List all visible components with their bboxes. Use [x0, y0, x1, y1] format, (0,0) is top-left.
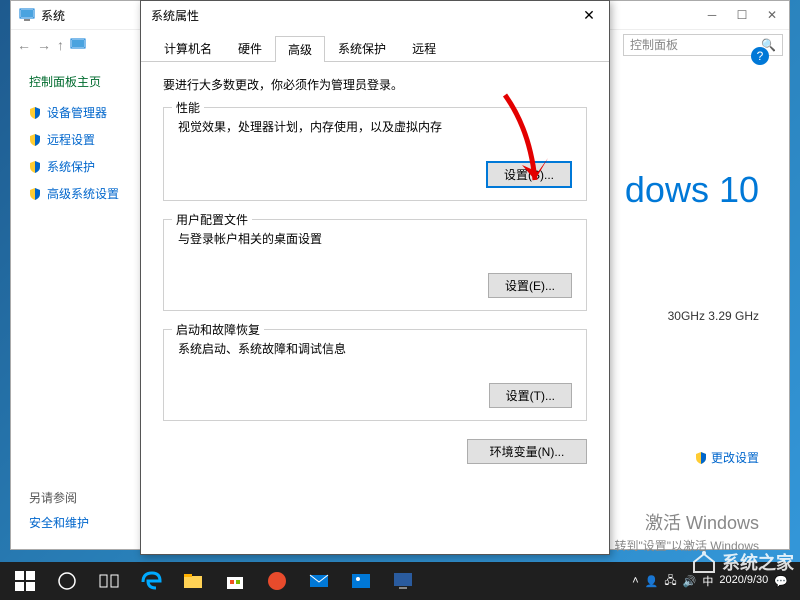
- tab-hardware[interactable]: 硬件: [225, 35, 275, 61]
- people-icon[interactable]: 👤: [645, 575, 659, 588]
- clock[interactable]: 2020/9/30: [719, 574, 768, 587]
- shield-icon: [29, 188, 41, 200]
- shield-icon: [29, 134, 41, 146]
- explorer-icon[interactable]: [172, 562, 214, 600]
- store-icon[interactable]: [214, 562, 256, 600]
- admin-notice: 要进行大多数更改，你必须作为管理员登录。: [163, 76, 587, 93]
- windows10-logo: dows 10: [625, 169, 759, 211]
- user-profile-group: 用户配置文件 与登录帐户相关的桌面设置 设置(E)...: [163, 219, 587, 311]
- notifications-icon[interactable]: 💬: [774, 575, 788, 588]
- close-button[interactable]: ✕: [757, 3, 787, 27]
- activate-title: 激活 Windows: [645, 509, 759, 535]
- computer-icon: [70, 38, 86, 52]
- startup-recovery-group: 启动和故障恢复 系统启动、系统故障和调试信息 设置(T)...: [163, 329, 587, 421]
- user-profile-settings-button[interactable]: 设置(E)...: [488, 273, 572, 298]
- performance-settings-button[interactable]: 设置(S)...: [486, 161, 572, 188]
- close-button[interactable]: ✕: [569, 1, 609, 29]
- dialog-title-bar: 系统属性 ✕: [141, 1, 609, 29]
- sidebar-item-label: 设备管理器: [47, 104, 107, 121]
- group-desc: 系统启动、系统故障和调试信息: [178, 340, 572, 357]
- minimize-button[interactable]: ─: [697, 3, 727, 27]
- cortana-button[interactable]: [46, 562, 88, 600]
- tray-up-icon[interactable]: ˄: [632, 575, 638, 587]
- watermark-text: 系统之家: [722, 549, 794, 575]
- sidebar-item-advanced[interactable]: 高级系统设置: [29, 185, 127, 202]
- tab-advanced[interactable]: 高级: [275, 36, 325, 62]
- see-also-label: 另请参阅: [29, 489, 89, 506]
- dialog-body: 要进行大多数更改，你必须作为管理员登录。 性能 视觉效果，处理器计划，内存使用，…: [141, 62, 609, 554]
- tabs: 计算机名 硬件 高级 系统保护 远程: [141, 29, 609, 62]
- mail-icon[interactable]: [298, 562, 340, 600]
- sidebar-item-protection[interactable]: 系统保护: [29, 158, 127, 175]
- date-text: 2020/9/30: [719, 574, 768, 587]
- music-icon[interactable]: [256, 562, 298, 600]
- taskbar: ˄ 👤 🖧 🔊 中 2020/9/30 💬: [0, 562, 800, 600]
- performance-group: 性能 视觉效果，处理器计划，内存使用，以及虚拟内存 设置(S)...: [163, 107, 587, 201]
- group-desc: 视觉效果，处理器计划，内存使用，以及虚拟内存: [178, 118, 572, 135]
- start-button[interactable]: [4, 562, 46, 600]
- computer-icon: [19, 8, 35, 22]
- volume-icon[interactable]: 🔊: [683, 575, 697, 588]
- group-desc: 与登录帐户相关的桌面设置: [178, 230, 572, 247]
- sidebar-home[interactable]: 控制面板主页: [29, 73, 127, 90]
- cpu-info: 30GHz 3.29 GHz: [668, 309, 759, 323]
- environment-variables-button[interactable]: 环境变量(N)...: [467, 439, 587, 464]
- system-properties-dialog: 系统属性 ✕ 计算机名 硬件 高级 系统保护 远程 要进行大多数更改，你必须作为…: [140, 0, 610, 555]
- dialog-title: 系统属性: [151, 7, 199, 24]
- shield-icon: [29, 161, 41, 173]
- window-controls: ─ ☐ ✕: [697, 3, 787, 27]
- photos-icon[interactable]: [340, 562, 382, 600]
- sidebar-item-label: 高级系统设置: [47, 185, 119, 202]
- sidebar-item-label: 远程设置: [47, 131, 95, 148]
- group-title: 性能: [172, 99, 204, 116]
- shield-icon: [695, 452, 707, 464]
- task-view-button[interactable]: [88, 562, 130, 600]
- change-settings-link[interactable]: 更改设置: [695, 449, 759, 466]
- sidebar-item-device-manager[interactable]: 设备管理器: [29, 104, 127, 121]
- sidebar-bottom: 另请参阅 安全和维护: [29, 489, 89, 531]
- sidebar-item-remote[interactable]: 远程设置: [29, 131, 127, 148]
- edge-icon[interactable]: [130, 562, 172, 600]
- sidebar: 控制面板主页 设备管理器 远程设置 系统保护 高级系统设置: [11, 59, 146, 549]
- maximize-button[interactable]: ☐: [727, 3, 757, 27]
- window-title: 系统: [41, 7, 65, 24]
- group-title: 用户配置文件: [172, 211, 252, 228]
- back-button[interactable]: ←: [17, 37, 31, 53]
- network-icon[interactable]: 🖧: [664, 572, 676, 591]
- search-placeholder: 控制面板: [630, 36, 678, 53]
- security-link[interactable]: 安全和维护: [29, 514, 89, 531]
- control-panel-icon[interactable]: [382, 562, 424, 600]
- tab-protection[interactable]: 系统保护: [325, 35, 399, 61]
- shield-icon: [29, 107, 41, 119]
- watermark: 系统之家: [690, 548, 794, 576]
- tab-computer-name[interactable]: 计算机名: [151, 35, 225, 61]
- sidebar-item-label: 系统保护: [47, 158, 95, 175]
- startup-settings-button[interactable]: 设置(T)...: [489, 383, 572, 408]
- forward-button[interactable]: →: [37, 37, 51, 53]
- tab-remote[interactable]: 远程: [399, 35, 449, 61]
- up-button[interactable]: ↑: [57, 37, 64, 53]
- group-title: 启动和故障恢复: [172, 321, 264, 338]
- change-settings-label: 更改设置: [711, 449, 759, 466]
